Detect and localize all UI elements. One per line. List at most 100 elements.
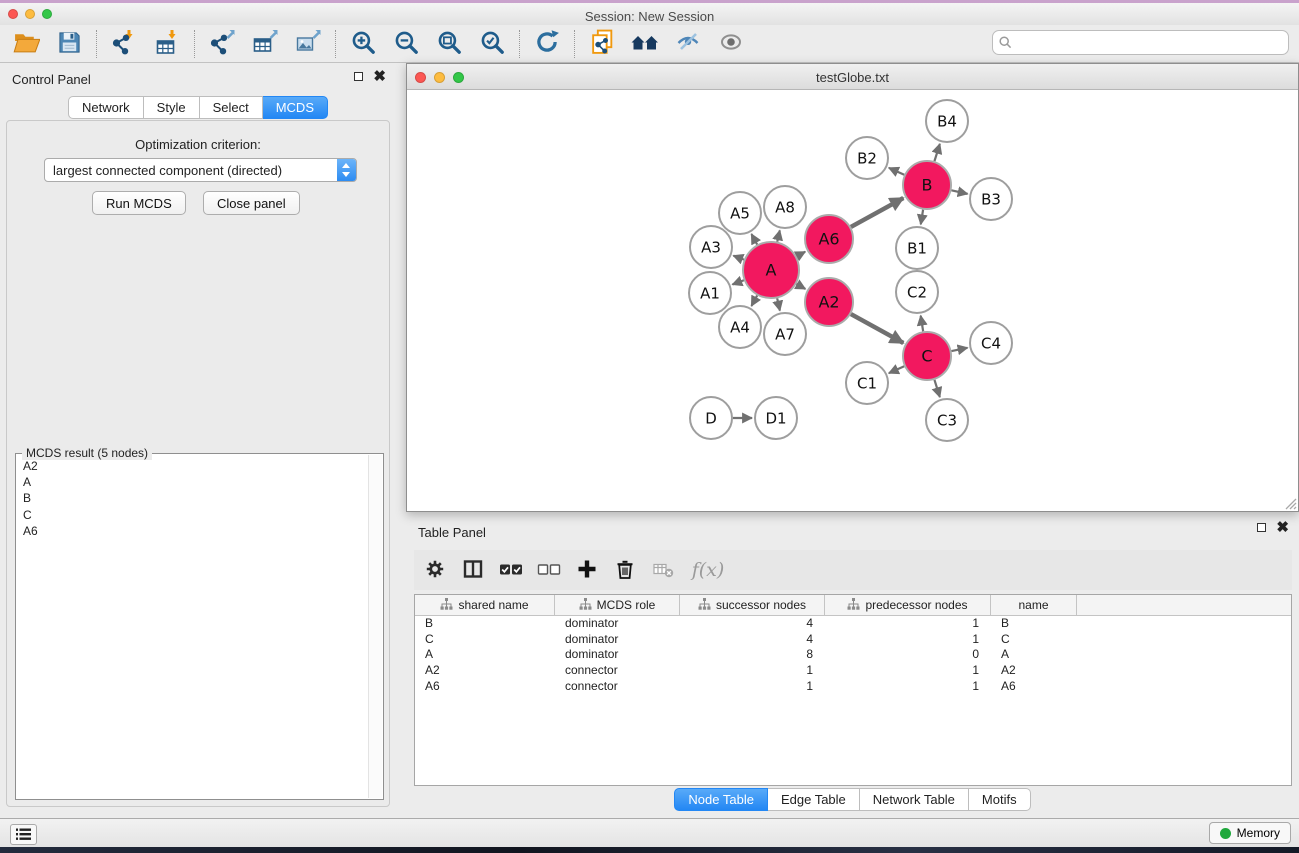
graph-edge-C-C2[interactable] <box>921 316 923 332</box>
column-header-shared-name[interactable]: shared name <box>415 595 555 615</box>
float-table-panel-icon[interactable] <box>1257 523 1266 532</box>
graph-edge-A2-C[interactable] <box>851 314 903 343</box>
graph-node-A7[interactable]: A7 <box>764 313 806 355</box>
settings-gear-button[interactable] <box>420 555 450 585</box>
network-canvas[interactable]: A A1A3A5A8 A4A7 A6 A2 B B1 B2 B3B4 C C1 C2 C3C4 D D1 <box>407 90 1298 511</box>
table-row[interactable]: A6connector11A6 <box>415 679 1291 695</box>
graph-node-C2[interactable]: C2 <box>896 271 938 313</box>
zoom-in-button[interactable] <box>344 28 382 59</box>
deselect-all-button[interactable] <box>534 555 564 585</box>
hide-selected-button[interactable] <box>669 28 707 59</box>
graph-node-D[interactable]: D <box>690 397 732 439</box>
save-session-button[interactable] <box>50 28 88 59</box>
zoom-fit-button[interactable] <box>430 28 468 59</box>
tab-mcds[interactable]: MCDS <box>263 96 328 119</box>
graph-node-A[interactable]: A <box>743 242 799 298</box>
optimization-criterion-dropdown[interactable]: largest connected component (directed) <box>44 158 357 182</box>
tab-style[interactable]: Style <box>144 96 200 119</box>
tab-network-table[interactable]: Network Table <box>860 788 969 811</box>
graph-edge-B-B1[interactable] <box>921 210 923 225</box>
export-network-button[interactable] <box>203 28 241 59</box>
result-item[interactable]: B <box>18 490 367 506</box>
graph-node-C4[interactable]: C4 <box>970 322 1012 364</box>
result-item[interactable]: A <box>18 474 367 490</box>
table-row[interactable]: A2connector11A2 <box>415 663 1291 679</box>
add-column-button[interactable] <box>572 555 602 585</box>
graph-node-C1[interactable]: C1 <box>846 362 888 404</box>
graph-node-A5[interactable]: A5 <box>719 192 761 234</box>
graph-node-B3[interactable]: B3 <box>970 178 1012 220</box>
memory-button[interactable]: Memory <box>1209 822 1291 844</box>
column-header-predecessor-nodes[interactable]: predecessor nodes <box>825 595 991 615</box>
close-panel-icon[interactable]: ✖ <box>373 72 386 81</box>
graph-edge-C-C4[interactable] <box>951 348 967 351</box>
tab-select[interactable]: Select <box>200 96 263 119</box>
graph-edge-A-A1[interactable] <box>732 280 743 284</box>
result-item[interactable]: A2 <box>18 458 367 474</box>
tab-motifs[interactable]: Motifs <box>969 788 1031 811</box>
clone-network-button[interactable] <box>583 28 621 59</box>
graph-node-B1[interactable]: B1 <box>896 227 938 269</box>
export-image-button[interactable] <box>289 28 327 59</box>
graph-node-A8[interactable]: A8 <box>764 186 806 228</box>
graph-node-A6[interactable]: A6 <box>805 215 853 263</box>
tab-network[interactable]: Network <box>68 96 144 119</box>
graph-edge-A-A6[interactable] <box>797 252 806 257</box>
zoom-out-button[interactable] <box>387 28 425 59</box>
svg-text:A: A <box>766 261 777 280</box>
graph-edge-A-A5[interactable] <box>751 234 757 244</box>
tab-node-table[interactable]: Node Table <box>674 788 768 811</box>
column-layout-button[interactable] <box>458 555 488 585</box>
result-item[interactable]: A6 <box>18 523 367 539</box>
graph-node-A4[interactable]: A4 <box>719 306 761 348</box>
search-input[interactable] <box>1017 36 1282 50</box>
graph-node-B2[interactable]: B2 <box>846 137 888 179</box>
delete-column-button[interactable] <box>610 555 640 585</box>
column-header-MCDS-role[interactable]: MCDS role <box>555 595 680 615</box>
graph-node-C3[interactable]: C3 <box>926 399 968 441</box>
export-table-button[interactable] <box>246 28 284 59</box>
graph-edge-B-B4[interactable] <box>934 144 939 161</box>
close-table-panel-icon[interactable]: ✖ <box>1276 523 1289 532</box>
graph-edge-A-A3[interactable] <box>733 256 744 260</box>
graph-node-C[interactable]: C <box>903 332 951 380</box>
result-item[interactable]: C <box>18 507 367 523</box>
graph-node-A1[interactable]: A1 <box>689 272 731 314</box>
graph-node-D1[interactable]: D1 <box>755 397 797 439</box>
open-file-button[interactable] <box>7 28 45 59</box>
column-header-successor-nodes[interactable]: successor nodes <box>680 595 825 615</box>
show-all-button[interactable] <box>712 28 750 59</box>
graph-edge-C-C1[interactable] <box>889 366 904 373</box>
graph-edge-A-A7[interactable] <box>777 298 780 310</box>
result-scrollbar[interactable] <box>368 455 382 798</box>
graph-edge-A-A2[interactable] <box>796 284 805 289</box>
table-row[interactable]: Bdominator41B <box>415 616 1291 632</box>
graph-edge-A-A4[interactable] <box>751 295 757 305</box>
graph-node-B4[interactable]: B4 <box>926 100 968 142</box>
run-mcds-button[interactable]: Run MCDS <box>92 191 186 215</box>
graph-edge-A-A8[interactable] <box>777 230 780 241</box>
graph-edge-B-B2[interactable] <box>889 168 904 175</box>
task-history-button[interactable] <box>10 824 37 845</box>
select-all-button[interactable] <box>496 555 526 585</box>
import-network-button[interactable] <box>105 28 143 59</box>
refresh-network-button[interactable] <box>528 28 566 59</box>
tab-edge-table[interactable]: Edge Table <box>768 788 860 811</box>
graph-node-A3[interactable]: A3 <box>690 226 732 268</box>
search-field[interactable] <box>992 30 1289 55</box>
graph-edge-C-C3[interactable] <box>934 380 939 397</box>
import-table-button[interactable] <box>148 28 186 59</box>
graph-node-A2[interactable]: A2 <box>805 278 853 326</box>
float-panel-icon[interactable] <box>354 72 363 81</box>
close-panel-button[interactable]: Close panel <box>203 191 300 215</box>
table-cell: A <box>991 647 1077 663</box>
graph-edge-B-B3[interactable] <box>951 190 967 194</box>
new-network-from-selection-button[interactable] <box>626 28 664 59</box>
zoom-selected-button[interactable] <box>473 28 511 59</box>
graph-edge-A6-B[interactable] <box>851 198 903 227</box>
table-row[interactable]: Adominator80A <box>415 647 1291 663</box>
column-header-name[interactable]: name <box>991 595 1077 615</box>
table-row[interactable]: Cdominator41C <box>415 632 1291 648</box>
graph-node-B[interactable]: B <box>903 161 951 209</box>
resize-grip-icon[interactable] <box>1283 496 1297 510</box>
